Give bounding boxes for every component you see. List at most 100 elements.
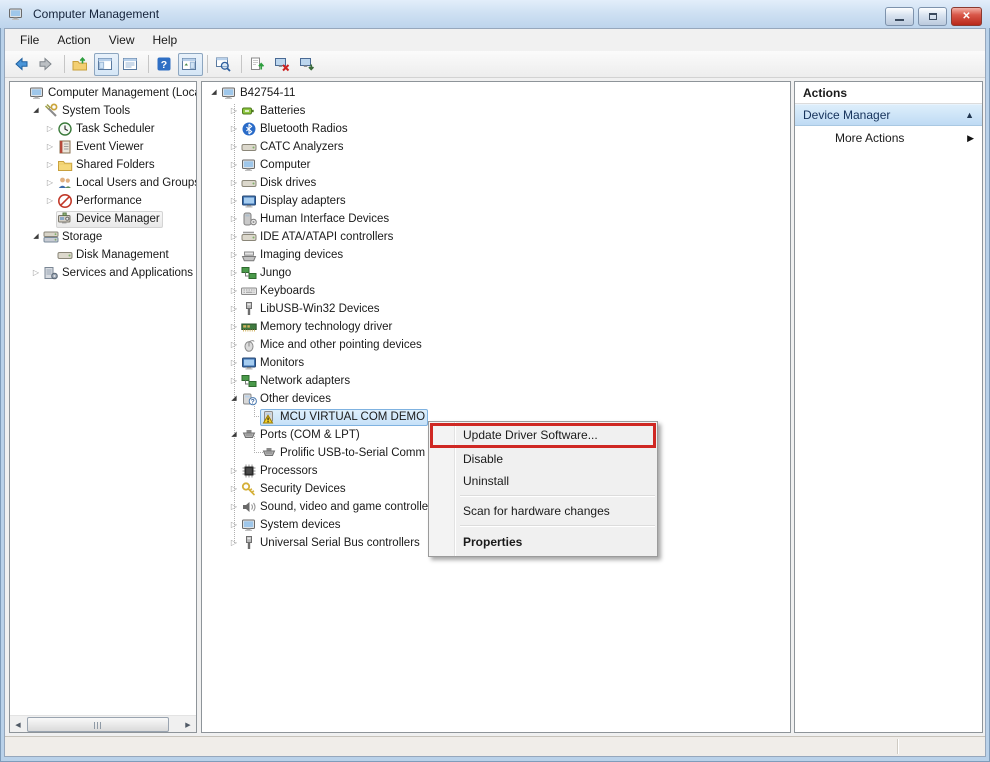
tree-item-mice-and-other-pointing-devices[interactable]: ▷Mice and other pointing devices <box>202 336 790 354</box>
tree-item-content: CATC Analyzers <box>240 139 347 156</box>
expand-expander-icon[interactable]: ▷ <box>228 264 240 282</box>
tree-item-other-devices[interactable]: ◢?Other devices <box>202 390 790 408</box>
expand-expander-icon[interactable]: ▷ <box>44 120 56 138</box>
tree-item-system-tools[interactable]: ◢System Tools <box>10 102 196 120</box>
expand-expander-icon[interactable]: ▷ <box>228 192 240 210</box>
tree-item-disk-drives[interactable]: ▷Disk drives <box>202 174 790 192</box>
close-button[interactable]: ✕ <box>951 7 982 26</box>
menu-view[interactable]: View <box>100 30 144 50</box>
menu-help[interactable]: Help <box>144 30 187 50</box>
actions-section-device-manager[interactable]: Device Manager ▲ <box>795 104 982 126</box>
tree-item-disk-management[interactable]: Disk Management <box>10 246 196 264</box>
show-action-pane-button[interactable] <box>178 53 203 76</box>
disable-device-button[interactable] <box>271 53 296 76</box>
tree-item-batteries[interactable]: ▷Batteries <box>202 102 790 120</box>
expand-expander-icon[interactable]: ▷ <box>44 192 56 210</box>
collapse-expander-icon[interactable]: ◢ <box>208 84 220 102</box>
tree-item-local-users-and-groups[interactable]: ▷Local Users and Groups <box>10 174 196 192</box>
back-arrow-icon <box>13 56 29 72</box>
expand-expander-icon[interactable]: ▷ <box>228 300 240 318</box>
context-menu-item-uninstall[interactable]: Uninstall <box>429 470 657 492</box>
expand-expander-icon[interactable]: ▷ <box>228 246 240 264</box>
expand-expander-icon[interactable]: ▷ <box>228 534 240 552</box>
forward-arrow-button[interactable] <box>35 53 60 76</box>
tree-item-device-manager[interactable]: Device Manager <box>10 210 196 228</box>
collapse-arrow-icon[interactable]: ▲ <box>965 110 974 120</box>
collapse-expander-icon[interactable]: ◢ <box>228 426 240 444</box>
export-list-button[interactable] <box>119 53 144 76</box>
tree-item-keyboards[interactable]: ▷Keyboards <box>202 282 790 300</box>
tree-item-content: Human Interface Devices <box>240 211 392 228</box>
help-button[interactable]: ? <box>153 53 178 76</box>
scroll-left-button[interactable]: ◀ <box>10 717 26 732</box>
expand-expander-icon[interactable]: ▷ <box>228 210 240 228</box>
collapse-expander-icon[interactable]: ◢ <box>228 390 240 408</box>
tree-item-b42754-11[interactable]: ◢B42754-11 <box>202 84 790 102</box>
context-menu-item-properties[interactable]: Properties <box>429 530 657 554</box>
expand-expander-icon[interactable]: ▷ <box>228 498 240 516</box>
tree-item-network-adapters[interactable]: ▷Network adapters <box>202 372 790 390</box>
expand-expander-icon[interactable]: ▷ <box>228 462 240 480</box>
tree-item-catc-analyzers[interactable]: ▷CATC Analyzers <box>202 138 790 156</box>
expand-expander-icon[interactable]: ▷ <box>228 354 240 372</box>
expand-expander-icon[interactable]: ▷ <box>228 372 240 390</box>
menu-file[interactable]: File <box>11 30 48 50</box>
tree-item-libusb-win32-devices[interactable]: ▷LibUSB-Win32 Devices <box>202 300 790 318</box>
expand-expander-icon[interactable]: ▷ <box>228 174 240 192</box>
more-actions-item[interactable]: More Actions ▶ <box>795 126 982 150</box>
menu-action[interactable]: Action <box>48 30 99 50</box>
scan-hardware-button[interactable] <box>212 53 237 76</box>
expand-expander-icon[interactable]: ▷ <box>44 174 56 192</box>
tree-item-computer[interactable]: ▷Computer <box>202 156 790 174</box>
tree-item-event-viewer[interactable]: ▷Event Viewer <box>10 138 196 156</box>
tree-item-imaging-devices[interactable]: ▷Imaging devices <box>202 246 790 264</box>
context-menu-item-update-driver-software[interactable]: Update Driver Software... <box>429 422 657 448</box>
expand-expander-icon[interactable]: ▷ <box>44 138 56 156</box>
back-arrow-button[interactable] <box>10 53 35 76</box>
restore-button[interactable] <box>918 7 947 26</box>
tree-item-display-adapters[interactable]: ▷Display adapters <box>202 192 790 210</box>
title-bar[interactable]: Computer Management ✕ <box>0 0 990 28</box>
expand-expander-icon[interactable]: ▷ <box>228 336 240 354</box>
expand-expander-icon[interactable]: ▷ <box>228 228 240 246</box>
tree-item-shared-folders[interactable]: ▷Shared Folders <box>10 156 196 174</box>
collapse-expander-icon[interactable]: ◢ <box>30 102 42 120</box>
tree-item-task-scheduler[interactable]: ▷Task Scheduler <box>10 120 196 138</box>
update-driver-button[interactable] <box>246 53 271 76</box>
expand-expander-icon[interactable]: ▷ <box>228 282 240 300</box>
context-menu-item-disable[interactable]: Disable <box>429 448 657 470</box>
device-tree-pane: ◢B42754-11▷Batteries▷Bluetooth Radios▷CA… <box>201 81 791 733</box>
show-console-tree-button[interactable] <box>94 53 119 76</box>
tree-item-label: Storage <box>62 231 102 243</box>
scrollbar-thumb[interactable] <box>27 717 169 732</box>
tree-item-services-and-applications[interactable]: ▷Services and Applications <box>10 264 196 282</box>
expand-expander-icon[interactable]: ▷ <box>228 138 240 156</box>
context-menu-item-scan-for-hardware-changes[interactable]: Scan for hardware changes <box>429 500 657 522</box>
more-actions-label: More Actions <box>835 131 967 145</box>
scroll-right-button[interactable]: ▶ <box>180 717 196 732</box>
expand-expander-icon[interactable]: ▷ <box>228 318 240 336</box>
expand-expander-icon[interactable]: ▷ <box>228 120 240 138</box>
tree-item-jungo[interactable]: ▷Jungo <box>202 264 790 282</box>
svg-text:?: ? <box>161 59 167 71</box>
expand-expander-icon[interactable]: ▷ <box>228 516 240 534</box>
collapse-expander-icon[interactable]: ◢ <box>30 228 42 246</box>
uninstall-device-button[interactable] <box>296 53 321 76</box>
tree-item-performance[interactable]: ▷Performance <box>10 192 196 210</box>
tree-item-bluetooth-radios[interactable]: ▷Bluetooth Radios <box>202 120 790 138</box>
up-level-folder-button[interactable] <box>69 53 94 76</box>
tree-item-memory-technology-driver[interactable]: ▷Memory technology driver <box>202 318 790 336</box>
expand-expander-icon[interactable]: ▷ <box>228 156 240 174</box>
tree-item-human-interface-devices[interactable]: ▷Human Interface Devices <box>202 210 790 228</box>
tree-item-monitors[interactable]: ▷Monitors <box>202 354 790 372</box>
expand-expander-icon[interactable]: ▷ <box>30 264 42 282</box>
tree-item-storage[interactable]: ◢ Storage <box>10 228 196 246</box>
expand-expander-icon[interactable]: ▷ <box>228 480 240 498</box>
expand-expander-icon[interactable]: ▷ <box>228 102 240 120</box>
tree-item-ide-ata-atapi-controllers[interactable]: ▷IDE ATA/ATAPI controllers <box>202 228 790 246</box>
expand-expander-icon[interactable]: ▷ <box>44 156 56 174</box>
horizontal-scrollbar[interactable]: ◀ ▶ <box>10 715 196 732</box>
mouse-icon <box>241 337 257 353</box>
minimize-button[interactable] <box>885 7 914 26</box>
tree-item-computer-management-local[interactable]: Computer Management (Local) <box>10 84 196 102</box>
